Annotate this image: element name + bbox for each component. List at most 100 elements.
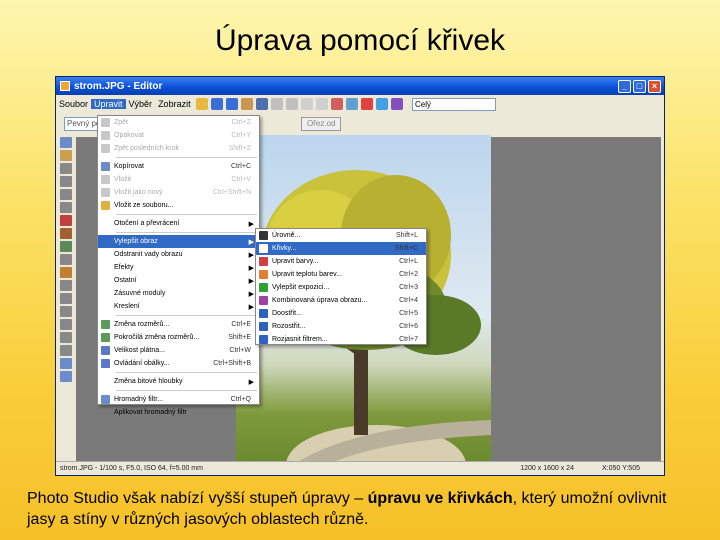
close-button[interactable]: × — [648, 79, 661, 93]
edit-menu-item-kopirovat[interactable]: Kopírovat Ctrl+C — [98, 160, 259, 173]
submenu-item-urovne[interactable]: Úrovně... Shift+L — [256, 229, 426, 242]
menu-item-icon — [101, 320, 110, 329]
edit-menu-item-zmena-rozmeru[interactable]: Změna rozměrů... Ctrl+E — [98, 318, 259, 331]
submenu-item-kombinovana-uprava-obrazu[interactable]: Kombinovaná úprava obrazu... Ctrl+4 — [256, 294, 426, 307]
menu-item-label: Kombinovaná úprava obrazu... — [272, 297, 368, 304]
text-icon[interactable] — [60, 293, 72, 304]
effects-icon[interactable] — [391, 98, 403, 110]
edit-menu-item-zpet-poslednich-krok[interactable]: Zpět posledních krok Shift+Z — [98, 142, 259, 155]
minimize-button[interactable]: _ — [618, 79, 631, 93]
maximize-button[interactable]: □ — [633, 79, 646, 93]
menu-item-label: Vložit — [114, 176, 132, 183]
view-combo[interactable]: Celý — [412, 97, 496, 111]
edit-menu-item-efekty[interactable]: Efekty ▶ — [98, 261, 259, 274]
shape-icon[interactable] — [60, 345, 72, 356]
paste-icon[interactable] — [316, 98, 328, 110]
edit-menu-item-zmena-bitove-hloubky[interactable]: Změna bitové hloubky ▶ — [98, 375, 259, 388]
crop-button[interactable]: Ořez.od — [301, 117, 342, 131]
grid-icon[interactable] — [60, 371, 72, 382]
clone-icon[interactable] — [60, 241, 72, 252]
menu-item-icon — [259, 270, 268, 279]
fill-icon[interactable] — [60, 267, 72, 278]
edit-menu-item-velikost-platna[interactable]: Velikost plátna... Ctrl+W — [98, 344, 259, 357]
submenu-item-doostrit[interactable]: Doostřit... Ctrl+5 — [256, 307, 426, 320]
edit-menu-item-odstranit-vady-obrazu[interactable]: Odstranit vady obrazu ▶ — [98, 248, 259, 261]
enhance-icon[interactable] — [376, 98, 388, 110]
layer-icon[interactable] — [60, 358, 72, 369]
menu-upravit[interactable]: Upravit — [91, 99, 126, 109]
edit-menu-item-vlozit-jako-novy[interactable]: Vložit jako nový Ctrl+Shift+N — [98, 186, 259, 199]
submenu-item-upravit-barvy[interactable]: Upravit barvy... Ctrl+L — [256, 255, 426, 268]
chevron-right-icon: ▶ — [248, 277, 254, 285]
magic-wand-icon[interactable] — [60, 319, 72, 330]
edit-menu-item-ovladani-obalky[interactable]: Ovládání obálky... Ctrl+Shift+B — [98, 357, 259, 370]
edit-menu-item-pokrocila-zmena-rozmeru[interactable]: Pokročilá změna rozměrů... Shift+E — [98, 331, 259, 344]
chevron-right-icon: ▶ — [248, 251, 254, 259]
menu-item-label: Kreslení — [114, 303, 140, 310]
menu-soubor[interactable]: Soubor — [56, 99, 91, 109]
menu-item-icon — [101, 395, 110, 404]
edit-menu-item-zpet[interactable]: Zpět Ctrl+Z — [98, 116, 259, 129]
menu-zobrazit[interactable]: Zobrazit — [155, 99, 194, 109]
edit-menu-item-vlozit-ze-souboru[interactable]: Vložit ze souboru... — [98, 199, 259, 212]
menu-item-shortcut: Ctrl+Shift+N — [212, 189, 251, 196]
straighten-icon[interactable] — [60, 176, 72, 187]
menu-item-label: Vylepšit obraz — [114, 238, 158, 245]
back-icon[interactable] — [211, 98, 223, 110]
edit-menu-item-vylepsit-obraz[interactable]: Vylepšit obraz ▶ — [98, 235, 259, 248]
menu-item-icon — [259, 309, 268, 318]
edit-menu-item-vlozit[interactable]: Vložit Ctrl+V — [98, 173, 259, 186]
copy-icon[interactable] — [301, 98, 313, 110]
menu-separator — [116, 157, 257, 158]
brush-icon[interactable] — [60, 228, 72, 239]
submenu-item-rozostrit[interactable]: Rozostřit... Ctrl+6 — [256, 320, 426, 333]
submenu-item-vylepsit-expozici[interactable]: Vylepšit expozici... Ctrl+3 — [256, 281, 426, 294]
ellipse-select-icon[interactable] — [60, 202, 72, 213]
folder-icon[interactable] — [241, 98, 253, 110]
save-icon[interactable] — [256, 98, 268, 110]
submenu-item-upravit-teplotu-barev[interactable]: Upravit teplotu barev... Ctrl+2 — [256, 268, 426, 281]
edit-menu-item-aplikovat-hromadny-filtr[interactable]: Aplikovat hromadný filtr — [98, 406, 259, 419]
menu-item-label: Efekty — [114, 264, 134, 271]
zoom-icon[interactable] — [60, 137, 72, 148]
menu-item-icon — [101, 346, 110, 355]
menu-item-label: Vylepšit expozici... — [272, 284, 330, 291]
menu-item-label: Zpět — [114, 119, 129, 126]
menu-vyber[interactable]: Výběr — [126, 99, 156, 109]
crop-icon[interactable] — [60, 163, 72, 174]
line-icon[interactable] — [60, 332, 72, 343]
forward-icon[interactable] — [226, 98, 238, 110]
submenu-item-krivky[interactable]: Křivky... Shift+C — [256, 242, 426, 255]
menu-item-label: Pokročilá změna rozměrů... — [114, 334, 200, 341]
menu-item-icon — [101, 276, 110, 285]
menu-item-label: Upravit barvy... — [272, 258, 319, 265]
edit-menu-item-ostatni[interactable]: Ostatní ▶ — [98, 274, 259, 287]
edit-menu-item-zasuvne-moduly[interactable]: Zásuvné moduly ▶ — [98, 287, 259, 300]
rotate-icon[interactable] — [331, 98, 343, 110]
flip-icon[interactable] — [346, 98, 358, 110]
menu-item-icon — [259, 335, 268, 344]
edit-menu-item-opakovat[interactable]: Opakovat Ctrl+Y — [98, 129, 259, 142]
menu-item-icon — [101, 201, 110, 210]
menu-item-icon — [101, 237, 110, 246]
hand-icon[interactable] — [60, 150, 72, 161]
lasso-icon[interactable] — [60, 306, 72, 317]
submenu-item-rozjasnit-filtrem[interactable]: Rozjasnit filtrem... Ctrl+7 — [256, 333, 426, 346]
title-bar[interactable]: strom.JPG - Editor _ □ × — [56, 77, 664, 95]
color-icon[interactable] — [361, 98, 373, 110]
edit-menu-item-kresleni[interactable]: Kreslení ▶ — [98, 300, 259, 313]
edit-menu-item-otoceni-a-prevraceni[interactable]: Otočení a převrácení ▶ — [98, 217, 259, 230]
undo-icon[interactable] — [271, 98, 283, 110]
eraser-icon[interactable] — [60, 254, 72, 265]
rect-select-icon[interactable] — [60, 189, 72, 200]
redo-icon[interactable] — [286, 98, 298, 110]
red-eye-icon[interactable] — [60, 215, 72, 226]
menu-item-label: Vložit jako nový — [114, 189, 163, 196]
caption-bold: úpravu ve křivkách — [367, 490, 513, 507]
open-icon[interactable] — [196, 98, 208, 110]
menu-separator — [116, 390, 257, 391]
menu-item-shortcut: Ctrl+Y — [231, 132, 251, 139]
enhance-submenu: Úrovně... Shift+L Křivky... Shift+C Upravit … — [255, 228, 427, 345]
pencil-icon[interactable] — [60, 280, 72, 291]
edit-menu-item-hromadny-filtr[interactable]: Hromadný filtr... Ctrl+Q — [98, 393, 259, 406]
